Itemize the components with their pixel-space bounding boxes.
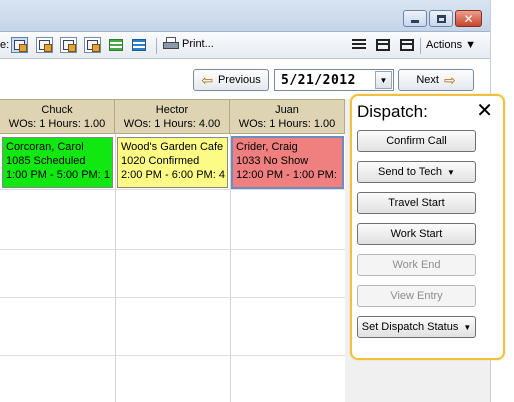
work-start-button[interactable]: Work Start [357,223,476,245]
technician-name: Chuck [41,104,73,116]
time-slot-divider [0,189,345,190]
appointment-status: 1020 Confirmed [121,155,200,167]
month-view-icon[interactable] [84,37,101,53]
date-value: 5/21/2012 [281,73,356,88]
view-label: e: [0,39,10,51]
appointment-time: 1:00 PM - 5:00 PM: 1 [6,169,110,181]
dropdown-arrow-icon: ▼ [447,167,455,177]
chevron-down-icon[interactable]: ▼ [375,71,392,89]
appointment-customer: Corcoran, Carol [6,141,84,153]
close-icon[interactable]: ✕ [476,98,493,123]
previous-label: Previous [217,74,261,86]
button-label: Work End [392,259,441,271]
set-dispatch-status-button[interactable]: Set Dispatch Status ▼ [357,316,476,338]
button-label: View Entry [390,290,443,302]
send-to-tech-button[interactable]: Send to Tech ▼ [357,161,476,183]
confirm-call-button[interactable]: Confirm Call [357,130,476,152]
close-window-button[interactable]: ✕ [455,10,482,27]
column-header-juan[interactable]: Juan WOs: 1 Hours: 1.00 [230,99,345,134]
appointment-status: 1033 No Show [236,155,309,167]
grid-view-icon[interactable] [131,37,148,53]
maximize-button[interactable] [429,10,453,27]
dispatch-title: Dispatch: [357,102,428,121]
time-slot-divider [0,297,345,298]
technician-summary: WOs: 1 Hours: 1.00 [8,118,106,130]
column-divider [115,134,116,402]
arrow-right-icon: ⇨ [443,72,456,88]
day-view-icon[interactable] [11,37,28,53]
view-entry-button: View Entry [357,285,476,307]
window-controls: ✕ [403,10,482,27]
button-label: Set Dispatch Status [361,321,459,333]
close-icon: ✕ [463,11,474,26]
button-label: Send to Tech [378,166,443,178]
printer-icon [163,37,179,51]
toolbar: e: Print... Actions ▼ [0,32,490,59]
button-label: Work Start [390,228,443,240]
column-header-hector[interactable]: Hector WOs: 1 Hours: 4.00 [115,99,230,134]
technician-summary: WOs: 1 Hours: 4.00 [123,118,221,130]
toolbar-separator [420,38,421,54]
timeline-view-icon[interactable] [108,37,125,53]
window-title-bar: ✕ [0,0,490,32]
button-label: Confirm Call [386,135,447,147]
technician-summary: WOs: 1 Hours: 1.00 [238,118,336,130]
button-label: Travel Start [388,197,445,209]
print-button[interactable]: Print... [163,37,214,51]
next-label: Next [416,74,439,86]
appointment-time: 12:00 PM - 1:00 PM: [236,169,337,181]
next-button[interactable]: Next ⇨ [398,69,474,91]
dropdown-arrow-icon: ▼ [463,322,472,332]
technician-name: Juan [275,104,299,116]
time-slot-divider [0,249,345,250]
time-slot-divider [0,355,345,356]
toolbar-separator [156,38,157,54]
date-picker[interactable]: 5/21/2012 ▼ [274,69,394,91]
appointment-card[interactable]: Wood's Garden Cafe 1020 Confirmed 2:00 P… [117,137,228,188]
previous-button[interactable]: ⇦ Previous [193,69,269,91]
travel-start-button[interactable]: Travel Start [357,192,476,214]
appointment-status: 1085 Scheduled [6,155,86,167]
appointment-customer: Crider, Craig [236,141,298,153]
minimize-icon [411,19,419,23]
minimize-button[interactable] [403,10,427,27]
actions-menu[interactable]: Actions ▼ [426,39,476,51]
appointment-card-selected[interactable]: Crider, Craig 1033 No Show 12:00 PM - 1:… [231,136,344,189]
technician-name: Hector [155,104,189,116]
week-view-icon[interactable] [36,37,53,53]
list-layout-icon[interactable] [352,39,366,51]
workweek-view-icon[interactable] [60,37,77,53]
work-end-button: Work End [357,254,476,276]
appointment-time: 2:00 PM - 6:00 PM: 4 [121,169,225,181]
dispatch-panel: Dispatch: ✕ Confirm Call Send to Tech ▼ … [350,94,505,360]
column-header-chuck[interactable]: Chuck WOs: 1 Hours: 1.00 [0,99,115,134]
split-layout-icon[interactable] [376,39,390,51]
appointment-customer: Wood's Garden Cafe [121,141,224,153]
appointment-card[interactable]: Corcoran, Carol 1085 Scheduled 1:00 PM -… [2,137,113,188]
single-layout-icon[interactable] [400,39,414,51]
arrow-left-icon: ⇦ [201,72,213,88]
maximize-icon [436,14,446,23]
print-label: Print... [182,38,214,50]
